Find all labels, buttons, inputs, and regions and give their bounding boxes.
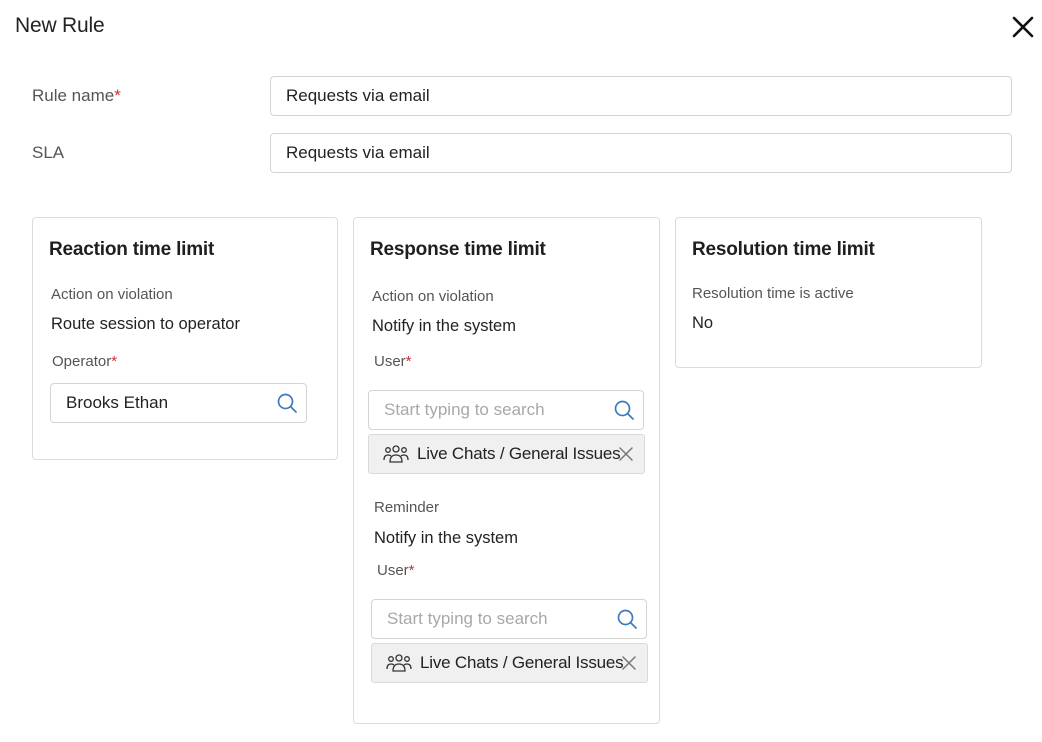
search-icon[interactable] (613, 399, 635, 421)
response-action-label: Action on violation (372, 288, 494, 305)
reaction-action-label: Action on violation (51, 286, 173, 303)
rule-name-label: Rule name* (32, 86, 121, 106)
group-icon (386, 654, 412, 672)
resolution-active-label: Resolution time is active (692, 285, 854, 302)
search-placeholder: Start typing to search (384, 400, 545, 419)
remove-icon[interactable] (619, 447, 633, 461)
chip-label: Live Chats / General Issues (420, 653, 624, 672)
rule-name-label-text: Rule name (32, 86, 115, 105)
close-icon (1012, 16, 1034, 38)
search-icon[interactable] (616, 608, 638, 630)
required-mark: * (114, 86, 121, 105)
response-user-chip[interactable]: Live Chats / General Issues (368, 434, 645, 474)
reaction-card-title: Reaction time limit (49, 239, 215, 260)
reaction-action-value: Route session to operator (51, 315, 240, 333)
page-title: New Rule (15, 14, 105, 37)
resolution-time-card: Resolution time limit Resolution time is… (675, 217, 982, 368)
operator-field[interactable]: Brooks Ethan (50, 383, 307, 423)
response-time-card: Response time limit Action on violation … (353, 217, 660, 724)
required-mark: * (405, 353, 412, 370)
response-user-label: User* (374, 353, 412, 370)
reminder-value: Notify in the system (374, 529, 518, 547)
operator-label-text: Operator (52, 353, 112, 370)
resolution-active-value: No (692, 314, 714, 332)
search-placeholder: Start typing to search (387, 609, 548, 628)
sla-label: SLA (32, 143, 65, 162)
search-icon[interactable] (276, 392, 298, 414)
response-action-value: Notify in the system (372, 317, 516, 335)
reminder-user-search[interactable]: Start typing to search (371, 599, 647, 639)
required-mark: * (408, 562, 415, 579)
chip-label: Live Chats / General Issues (417, 444, 621, 463)
response-user-search[interactable]: Start typing to search (368, 390, 644, 430)
response-card-title: Response time limit (370, 239, 546, 260)
close-button[interactable] (1010, 14, 1036, 40)
reminder-user-label: User* (377, 562, 415, 579)
rule-name-input[interactable]: Requests via email (270, 76, 1012, 116)
response-user-label-text: User (374, 353, 406, 370)
resolution-card-title: Resolution time limit (692, 239, 875, 260)
sla-input[interactable]: Requests via email (270, 133, 1012, 173)
reminder-user-label-text: User (377, 562, 409, 579)
reaction-time-card: Reaction time limit Action on violation … (32, 217, 338, 460)
required-mark: * (111, 353, 118, 370)
group-icon (383, 445, 409, 463)
operator-label: Operator* (52, 353, 117, 370)
reminder-user-chip[interactable]: Live Chats / General Issues (371, 643, 648, 683)
remove-icon[interactable] (622, 656, 636, 670)
reminder-label: Reminder (374, 499, 440, 516)
operator-value: Brooks Ethan (66, 393, 169, 412)
